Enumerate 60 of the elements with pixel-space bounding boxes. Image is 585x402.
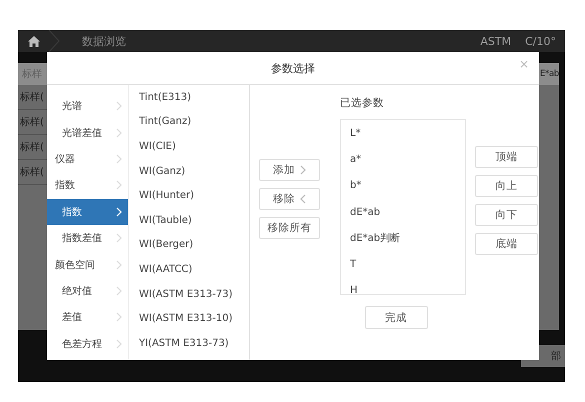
dialog-title: 参数选择 [271,60,315,76]
standard-label: ASTM [480,34,512,48]
chevron-right-icon [300,165,306,175]
chevron-left-icon [300,194,306,204]
category-item[interactable]: 差值 [47,304,128,331]
parameter-item[interactable]: YI(ASTM E313-73) [139,330,249,356]
done-button[interactable]: 完成 [364,306,428,329]
category-item[interactable]: 颜色空间 [47,251,128,278]
category-item[interactable]: 指数 [47,172,128,199]
category-item[interactable]: 仪器 [47,146,128,172]
transfer-button[interactable]: 移除所有 [259,217,320,239]
parameter-item[interactable]: WI(Tauble) [139,208,249,233]
order-button[interactable]: 向下 [475,204,538,226]
chevron-right-icon [116,128,122,138]
parameter-item[interactable]: WI(Hunter) [139,183,249,208]
selected-param-item[interactable]: H [350,278,456,294]
category-item[interactable]: 光谱差值 [47,119,128,146]
selected-param-item[interactable]: T [350,251,456,278]
chevron-right-icon [116,312,122,322]
parameter-item[interactable]: WI(AATCC) [139,257,249,282]
parameter-item[interactable]: WI(ASTM E313-73) [139,282,249,306]
transfer-button[interactable]: 添加 [259,159,320,181]
selected-param-item[interactable]: dE*ab判断 [350,225,456,252]
table-cell-text: 标样( [20,140,44,154]
chevron-right-icon [116,154,122,164]
chevron-right-icon [116,180,122,190]
chevron-right-icon [116,233,122,244]
chevron-right-icon [116,286,122,296]
header-cell: E*ab [540,69,559,79]
parameter-item[interactable]: Tint(Ganz) [139,110,249,134]
order-button[interactable]: 顶端 [475,146,538,168]
breadcrumb-separator-icon [48,30,60,52]
transfer-button[interactable]: 移除 [259,188,320,210]
observer-label: C/10° [525,34,556,48]
chevron-right-icon [116,260,122,270]
selected-params-label: 已选参数 [340,96,385,111]
category-item[interactable]: 绝对值 [47,278,128,304]
chevron-right-icon [116,206,122,217]
parameter-item[interactable]: WI(Berger) [139,232,249,258]
category-item[interactable]: 光谱 [47,93,128,120]
selected-param-item[interactable]: dE*ab [350,198,456,226]
chevron-right-icon [116,338,122,349]
category-item[interactable]: 色差方程 [47,330,128,357]
parameter-item[interactable]: WI(Ganz) [139,158,249,184]
parameter-item[interactable]: Tint(E313) [139,85,249,110]
selected-param-item[interactable]: L* [350,120,456,146]
order-button[interactable]: 向上 [475,175,538,197]
table-cell-text: 标样( [20,90,44,104]
selected-param-item[interactable]: a* [350,146,456,173]
table-cell-text: 标样( [20,166,44,179]
home-icon[interactable] [28,36,40,46]
chevron-right-icon [116,101,122,112]
selected-param-item[interactable]: b* [350,172,456,199]
parameter-item[interactable]: WI(ASTM E313-10) [139,306,249,331]
category-item[interactable]: 指数 [47,198,128,225]
order-button[interactable]: 底端 [475,233,538,255]
parameter-item[interactable]: WI(CIE) [139,134,249,159]
category-item[interactable]: 指数差值 [47,224,128,252]
breadcrumb-title[interactable]: 数据浏览 [82,34,126,48]
table-cell-text: 标样( [20,116,44,129]
